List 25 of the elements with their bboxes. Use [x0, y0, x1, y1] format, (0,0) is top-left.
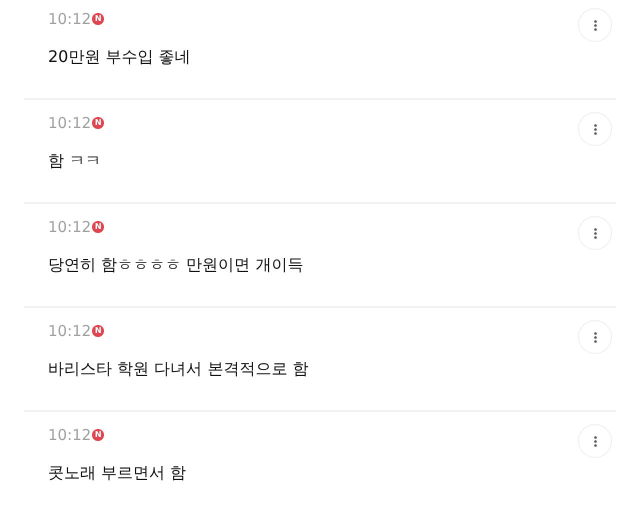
new-badge: N — [92, 117, 104, 130]
more-icon — [594, 332, 596, 342]
comment-time: 10:12 — [48, 217, 92, 238]
more-options-button[interactable] — [578, 320, 612, 354]
new-badge: N — [92, 13, 104, 26]
comment-text: 콧노래 부르면서 함 — [48, 462, 188, 484]
comment-time: 10:12 — [48, 425, 92, 446]
more-icon — [594, 124, 596, 134]
comment-time: 10:12 — [48, 321, 92, 342]
comment-time: 10:12 — [48, 113, 92, 134]
more-options-button[interactable] — [578, 112, 612, 146]
comment-text: 함 ㅋㅋ — [48, 150, 102, 172]
more-options-button[interactable] — [578, 8, 612, 42]
new-badge: N — [92, 325, 104, 338]
comment-text: 20만원 부수입 좋네 — [48, 46, 192, 68]
new-badge: N — [92, 429, 104, 442]
more-icon — [594, 436, 596, 446]
more-icon — [594, 20, 596, 30]
comment-time: 10:12 — [48, 9, 92, 30]
more-options-button[interactable] — [578, 424, 612, 458]
more-icon — [594, 228, 596, 238]
new-badge: N — [92, 221, 104, 234]
comment-text: 바리스타 학원 다녀서 본격적으로 함 — [48, 358, 310, 380]
more-options-button[interactable] — [578, 216, 612, 250]
comment-text: 당연히 함ㅎㅎㅎㅎ 만원이면 개이득 — [48, 254, 304, 276]
